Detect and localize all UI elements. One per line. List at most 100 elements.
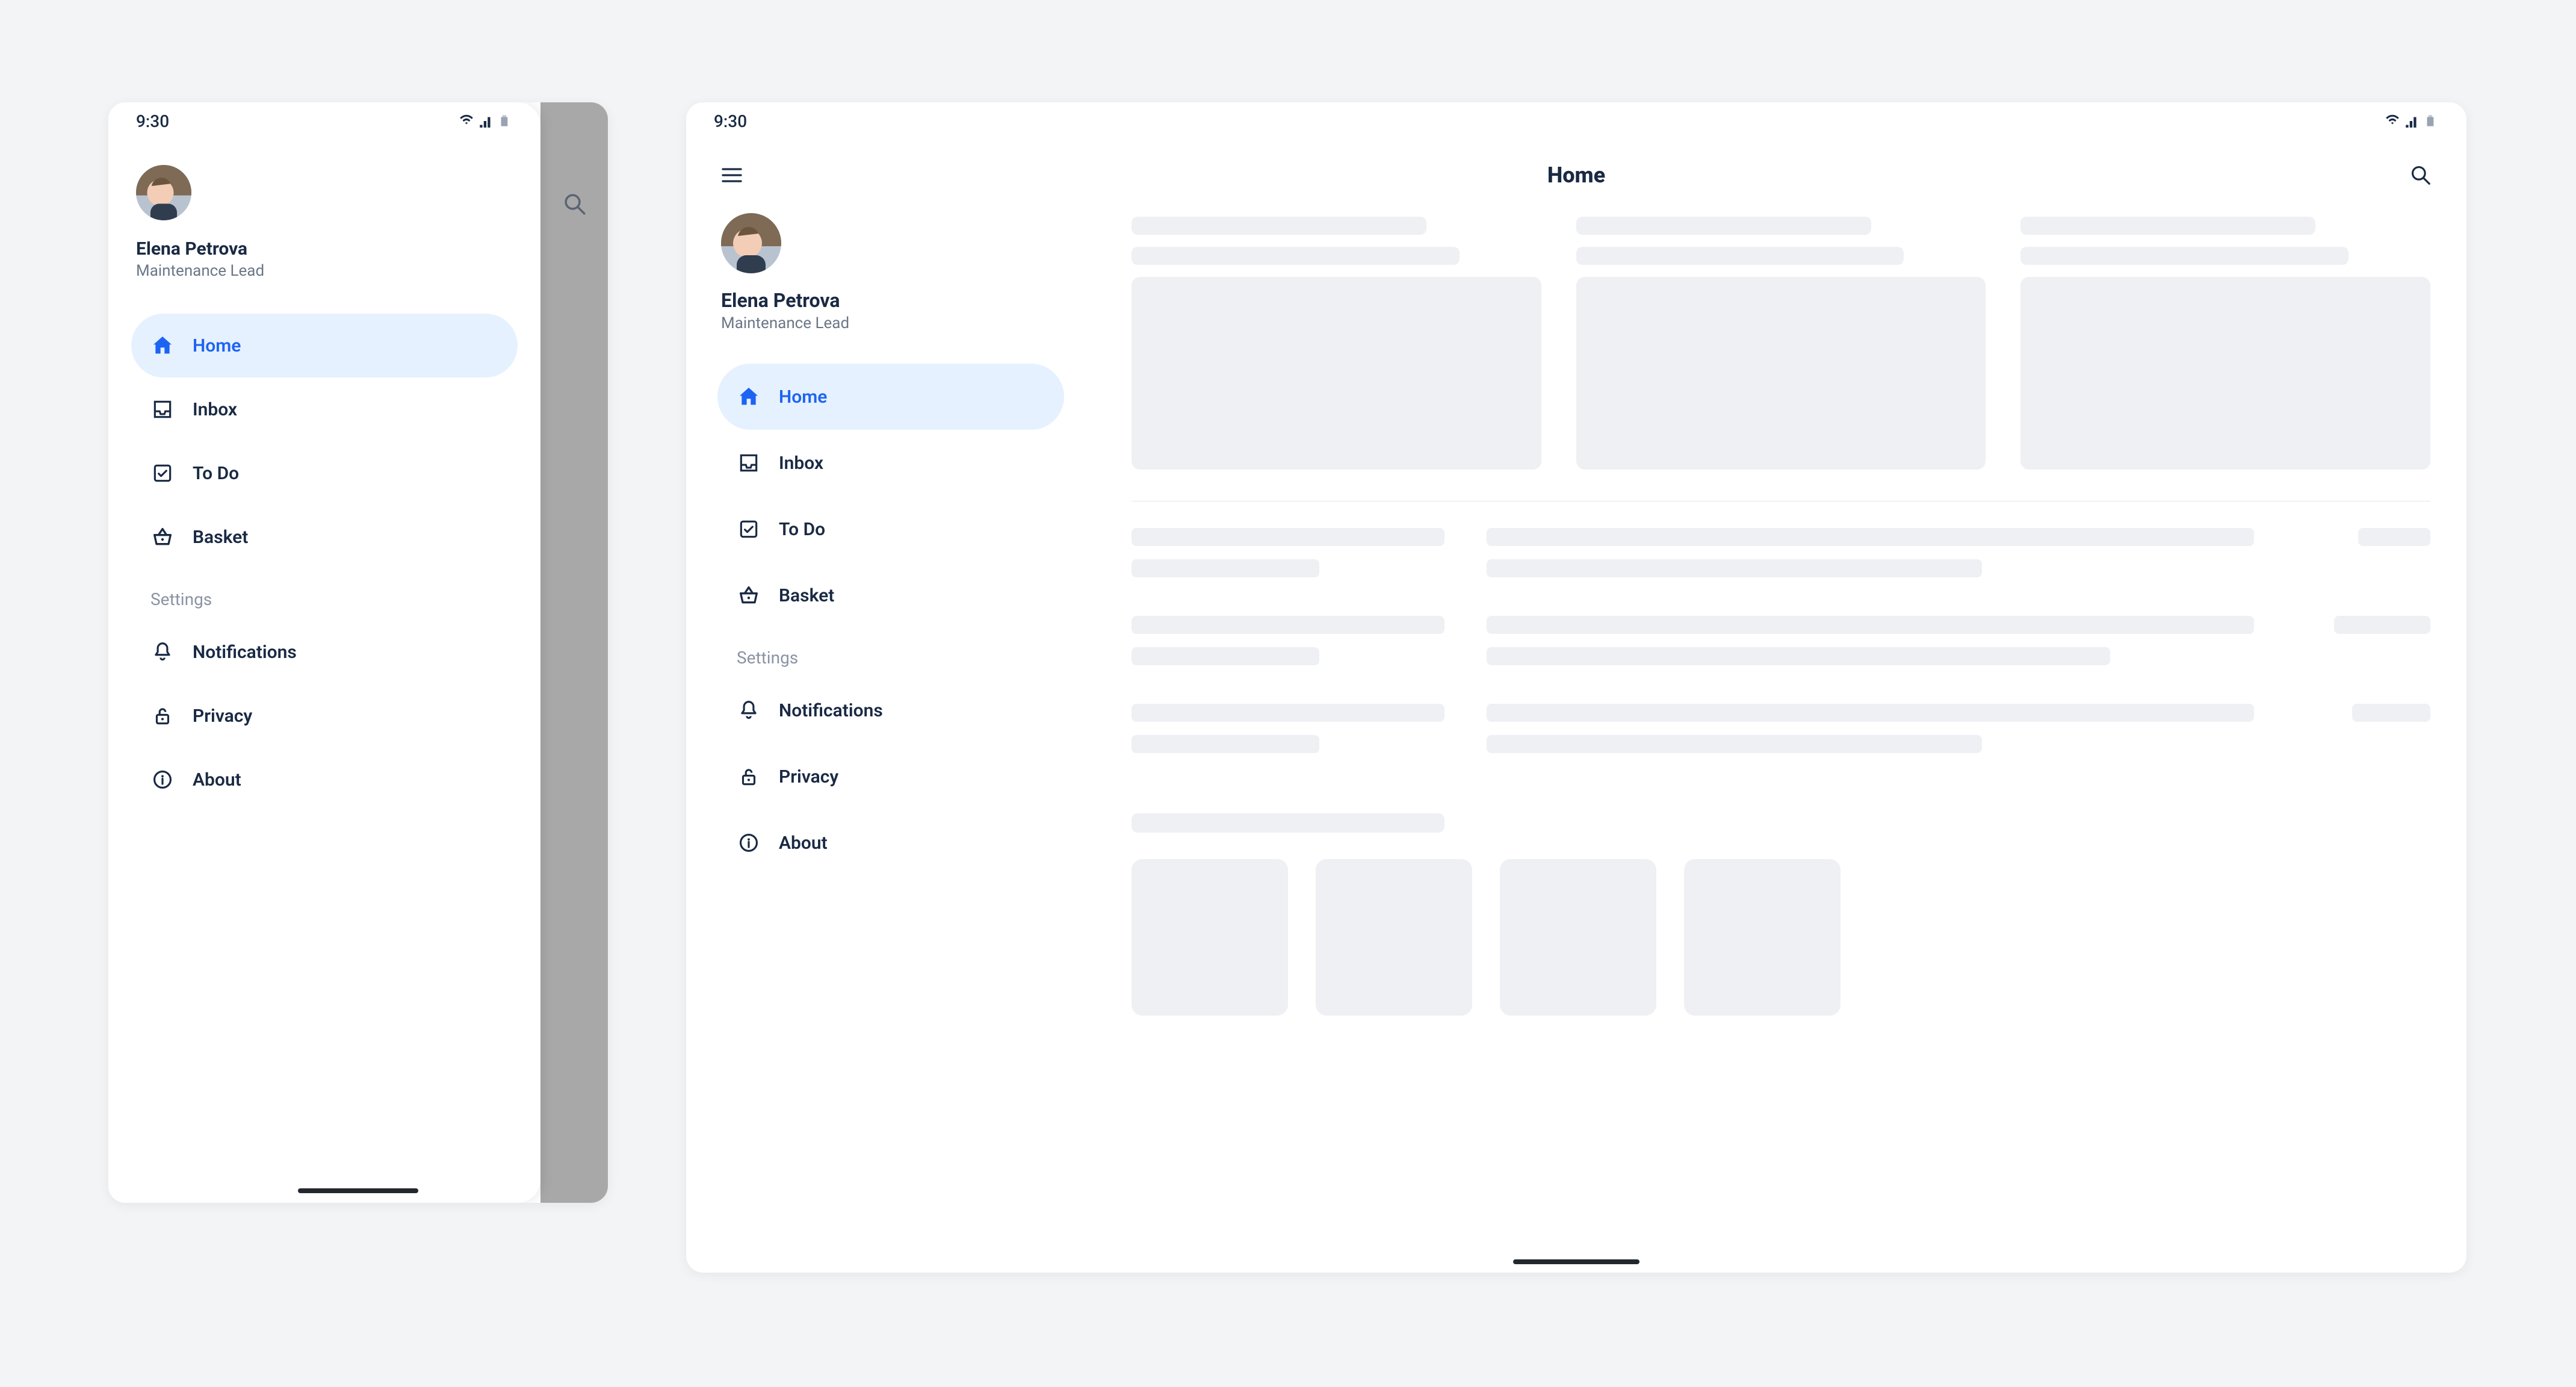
nav-drawer: Elena Petrova Maintenance Lead Home Inbo… [686, 211, 1095, 1273]
profile-name: Elena Petrova [721, 289, 1060, 312]
nav-label: Home [193, 335, 241, 356]
menu-button[interactable] [717, 161, 746, 190]
cards-row [1132, 211, 2430, 470]
content-area[interactable] [1095, 211, 2466, 1273]
profile-role: Maintenance Lead [136, 262, 513, 280]
wifi-icon [459, 113, 474, 129]
skeleton-line [2334, 616, 2430, 634]
skeleton-line [1487, 647, 2110, 665]
skeleton-line [2352, 704, 2430, 722]
battery-icon [497, 113, 513, 129]
nav-item-todo[interactable]: To Do [717, 496, 1064, 562]
search-icon [2409, 164, 2432, 187]
nav-label: Privacy [779, 766, 838, 787]
nav-label: Privacy [193, 706, 252, 727]
status-bar: 9:30 [686, 102, 2466, 140]
nav-item-home[interactable]: Home [717, 364, 1064, 430]
nav-list: Home Inbox To Do Basket Settings N [108, 292, 540, 811]
inbox-icon [737, 451, 761, 475]
skeleton-line [2358, 528, 2430, 546]
search-button[interactable] [2406, 161, 2435, 190]
skeleton-tile [1132, 859, 1288, 1016]
cellular-icon [478, 113, 494, 129]
skeleton-line [1132, 735, 1319, 753]
skeleton-line [1132, 528, 1444, 546]
status-indicators [459, 113, 513, 129]
avatar[interactable] [721, 213, 781, 273]
scrim[interactable] [540, 102, 608, 1203]
lock-icon [150, 704, 175, 728]
skeleton-line [1576, 217, 1871, 235]
tablet-mockup: 9:30 Home Elena P [686, 102, 2466, 1273]
cellular-icon [2404, 113, 2420, 129]
nav-item-about[interactable]: About [717, 810, 1064, 876]
nav-label: Home [779, 386, 827, 408]
phone-mockup: 9:30 Elena Petrova Maintenance Lead Home [108, 102, 608, 1203]
nav-item-notifications[interactable]: Notifications [717, 677, 1064, 743]
home-icon [737, 385, 761, 409]
nav-item-basket[interactable]: Basket [717, 562, 1064, 628]
skeleton-line [1132, 559, 1319, 577]
skeleton-block [2020, 277, 2430, 470]
nav-section-settings: Settings [717, 628, 1064, 677]
nav-item-home[interactable]: Home [131, 314, 518, 377]
nav-item-privacy[interactable]: Privacy [131, 684, 518, 748]
nav-label: Inbox [779, 453, 823, 474]
nav-drawer: 9:30 Elena Petrova Maintenance Lead Home [108, 102, 540, 1203]
wifi-icon [2385, 113, 2400, 129]
profile-block[interactable]: Elena Petrova Maintenance Lead [717, 211, 1064, 344]
profile-block[interactable]: Elena Petrova Maintenance Lead [108, 140, 540, 292]
list-item [1132, 616, 2430, 665]
nav-list: Home Inbox To Do Basket Settings [717, 344, 1064, 876]
menu-icon [720, 163, 744, 187]
skeleton-line [1132, 217, 1426, 235]
skeleton-block [1132, 277, 1541, 470]
skeleton-tile [1684, 859, 1841, 1016]
nav-item-privacy[interactable]: Privacy [717, 743, 1064, 810]
profile-name: Elena Petrova [136, 238, 513, 259]
skeleton-line [1132, 647, 1319, 665]
skeleton-line [1487, 528, 2254, 546]
nav-label: To Do [779, 519, 825, 540]
nav-item-inbox[interactable]: Inbox [131, 377, 518, 441]
skeleton-line [1132, 616, 1444, 634]
nav-label: Basket [779, 585, 834, 606]
card-placeholder [1132, 217, 1541, 470]
nav-label: About [193, 769, 241, 790]
nav-label: Notifications [193, 642, 297, 663]
nav-label: About [779, 833, 828, 854]
skeleton-line [2020, 217, 2315, 235]
profile-role: Maintenance Lead [721, 314, 1060, 332]
home-icon [150, 334, 175, 358]
inbox-icon [150, 397, 175, 421]
app-bar: Home [686, 140, 2466, 211]
nav-item-basket[interactable]: Basket [131, 505, 518, 569]
status-bar: 9:30 [108, 102, 540, 140]
list-item [1132, 528, 2430, 577]
nav-label: Notifications [779, 700, 883, 721]
nav-item-about[interactable]: About [131, 748, 518, 811]
lock-icon [737, 765, 761, 789]
gesture-handle[interactable] [1513, 1259, 1639, 1264]
card-placeholder [1576, 217, 1986, 470]
bell-icon [150, 640, 175, 664]
gesture-handle[interactable] [298, 1188, 418, 1193]
card-placeholder [2020, 217, 2430, 470]
status-indicators [2385, 113, 2439, 129]
status-time: 9:30 [136, 111, 169, 131]
nav-section-settings: Settings [131, 569, 518, 620]
search-icon[interactable] [562, 191, 587, 217]
skeleton-line [1487, 559, 1982, 577]
nav-item-notifications[interactable]: Notifications [131, 620, 518, 684]
bell-icon [737, 698, 761, 722]
info-icon [150, 768, 175, 792]
status-time: 9:30 [714, 111, 747, 131]
skeleton-tile [1316, 859, 1472, 1016]
nav-item-inbox[interactable]: Inbox [717, 430, 1064, 496]
nav-label: To Do [193, 463, 239, 484]
nav-label: Inbox [193, 399, 237, 420]
avatar[interactable] [136, 165, 191, 220]
nav-item-todo[interactable]: To Do [131, 441, 518, 505]
basket-icon [737, 583, 761, 607]
battery-icon [2423, 113, 2439, 129]
